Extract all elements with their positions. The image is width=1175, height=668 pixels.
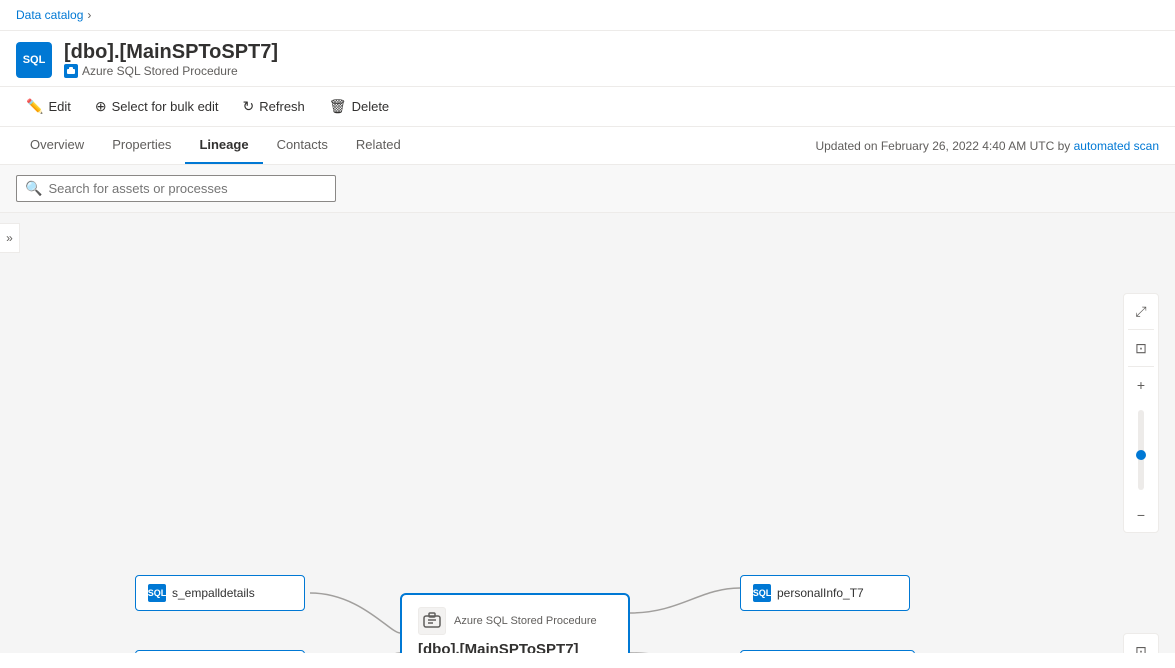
center-node[interactable]: Azure SQL Stored Procedure [dbo].[MainSP… [400, 593, 630, 653]
refresh-icon: ↻ [243, 98, 255, 115]
search-input[interactable] [48, 181, 327, 196]
center-node-title: [dbo].[MainSPToSPT7] [418, 641, 612, 653]
tab-contacts[interactable]: Contacts [263, 127, 342, 164]
fit-bottom-button[interactable]: ⊡ [1126, 636, 1156, 653]
breadcrumb-link[interactable]: Data catalog [16, 8, 83, 22]
center-node-icon [418, 607, 446, 635]
tab-related[interactable]: Related [342, 127, 415, 164]
zoom-divider [1128, 329, 1154, 330]
zoom-controls-top: ⤢ ⊡ + − [1123, 293, 1159, 533]
page-title: [dbo].[MainSPToSPT7] [64, 41, 278, 64]
header: SQL [dbo].[MainSPToSPT7] Azure SQL Store… [0, 31, 1175, 87]
delete-button[interactable]: 🗑 Delete [319, 93, 399, 120]
tab-properties[interactable]: Properties [98, 127, 185, 164]
breadcrumb: Data catalog › [0, 0, 1175, 31]
center-node-type: Azure SQL Stored Procedure [454, 615, 597, 627]
tab-lineage[interactable]: Lineage [185, 127, 262, 164]
sql-icon: SQL [16, 42, 52, 78]
edit-icon: ✏️ [26, 98, 43, 115]
node-sql-icon: SQL [148, 584, 166, 602]
refresh-button[interactable]: ↻ Refresh [233, 93, 315, 120]
tabs: Overview Properties Lineage Contacts Rel… [0, 127, 1175, 165]
center-node-header: Azure SQL Stored Procedure [418, 607, 612, 635]
edit-button[interactable]: ✏️ Edit [16, 93, 81, 120]
node-sql-icon-3: SQL [753, 584, 771, 602]
delete-icon: 🗑 [329, 98, 347, 115]
search-bar: 🔍 [0, 165, 1175, 213]
output-node-t7[interactable]: SQL personalInfo_T7 [740, 575, 910, 611]
header-subtitle: Azure SQL Stored Procedure [64, 64, 278, 78]
tabs-list: Overview Properties Lineage Contacts Rel… [16, 127, 415, 164]
collapse-sidebar-button[interactable]: » [0, 223, 20, 253]
header-text: [dbo].[MainSPToSPT7] Azure SQL Stored Pr… [64, 41, 278, 78]
search-icon: 🔍 [25, 180, 42, 197]
zoom-in-button[interactable]: + [1126, 370, 1156, 400]
zoom-divider-2 [1128, 366, 1154, 367]
tab-overview[interactable]: Overview [16, 127, 98, 164]
expand-button[interactable]: ⤢ [1126, 296, 1156, 326]
bulk-edit-icon: ⊕ [95, 98, 107, 115]
zoom-out-button[interactable]: − [1126, 500, 1156, 530]
input-node-empalldetails[interactable]: SQL s_empalldetails [135, 575, 305, 611]
lineage-canvas: » SQL s_empalldetails SQL s_PII [0, 213, 1175, 653]
bulk-edit-button[interactable]: ⊕ Select for bulk edit [85, 93, 229, 120]
zoom-controls-bottom: ⊡ ··· [1123, 633, 1159, 653]
output-node-t14[interactable]: SQL personalInfo_T14 [740, 650, 915, 653]
search-input-wrap: 🔍 [16, 175, 336, 202]
breadcrumb-chevron: › [87, 8, 91, 22]
zoom-slider[interactable] [1126, 402, 1156, 498]
updated-info: Updated on February 26, 2022 4:40 AM UTC… [815, 139, 1159, 153]
fit-view-button[interactable]: ⊡ [1126, 333, 1156, 363]
subtitle-text: Azure SQL Stored Procedure [82, 64, 238, 78]
subtitle-icon [64, 64, 78, 78]
input-node-pii[interactable]: SQL s_PII [135, 650, 305, 653]
toolbar: ✏️ Edit ⊕ Select for bulk edit ↻ Refresh… [0, 87, 1175, 127]
automated-scan-link[interactable]: automated scan [1074, 139, 1159, 153]
